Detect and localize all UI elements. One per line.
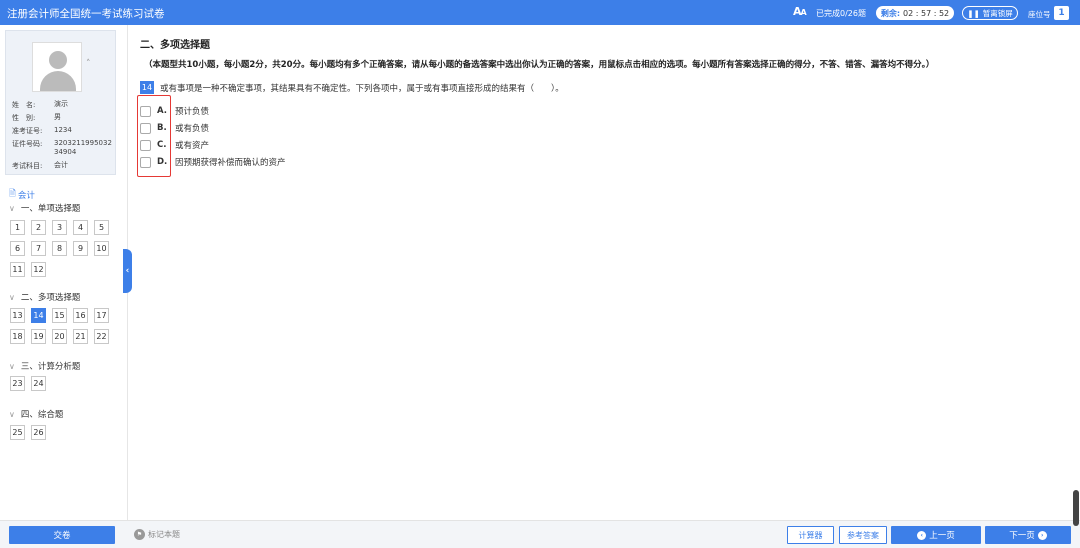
reference-answer-button[interactable]: 参考答案 (839, 526, 887, 544)
question-nav-button[interactable]: 22 (94, 329, 109, 344)
question-nav-button[interactable]: 24 (31, 376, 46, 391)
section-comprehensive[interactable]: ∨ 四、综合题 (9, 408, 63, 421)
chevron-down-icon: ∨ (9, 361, 15, 371)
question-nav-button[interactable]: 4 (73, 220, 88, 235)
question-nav-button[interactable]: 17 (94, 308, 109, 323)
flag-icon: ⚑ (134, 529, 145, 540)
chevron-left-icon: ‹ (917, 530, 927, 540)
pause-lock-button[interactable]: ❚❚ 暂离锁屏 (962, 6, 1018, 20)
candidate-profile: ˄ 姓 名: 演示 性 别: 男 准考证号: 1234 证件号码: 3203211995… (5, 30, 116, 175)
timer-label: 剩余: (880, 8, 901, 18)
section-heading: 二、多项选择题 (140, 40, 210, 51)
seat-number: 1 (1054, 6, 1069, 20)
question-nav-button[interactable]: 8 (52, 241, 67, 256)
id-row: 证件号码: 320321199503234904 (12, 139, 112, 156)
option-c[interactable]: C. 或有资产 (140, 139, 209, 151)
name-row: 姓 名: 演示 (12, 100, 68, 109)
font-size-icon[interactable]: AA (793, 5, 807, 18)
chevron-up-icon[interactable]: ˄ (86, 59, 91, 69)
section-single-choice[interactable]: ∨ 一、单项选择题 (9, 202, 80, 215)
gender-row: 性 别: 男 (12, 113, 61, 122)
option-b-checkbox[interactable] (140, 122, 151, 134)
pause-icon: ❚❚ (967, 8, 980, 18)
subject-link[interactable]: 🗎 会计 (9, 188, 35, 202)
option-d-checkbox[interactable] (140, 156, 151, 168)
section-multiple-choice[interactable]: ∨ 二、多项选择题 (9, 291, 80, 304)
bottom-bar: 交卷 ⚑ 标记本题 计算器 参考答案 ‹ 上一页 下一页 › (0, 520, 1080, 548)
question-text: 或有事项是一种不确定事项，其结果具有不确定性。下列各项中，属于或有事项直接形成的… (160, 83, 564, 94)
question-panel: 二、多项选择题 （本题型共10小题，每小题2分，共20分。每小题均有多个正确答案… (129, 25, 1080, 520)
option-c-checkbox[interactable] (140, 139, 151, 151)
question-nav-button[interactable]: 10 (94, 241, 109, 256)
question-nav-button[interactable]: 23 (10, 376, 25, 391)
chevron-down-icon: ∨ (9, 292, 15, 302)
subject-row: 考试科目: 会计 (12, 161, 68, 170)
question-nav-button[interactable]: 18 (10, 329, 25, 344)
previous-page-button[interactable]: ‹ 上一页 (891, 526, 981, 544)
question-nav-button[interactable]: 16 (73, 308, 88, 323)
calculator-button[interactable]: 计算器 (787, 526, 834, 544)
countdown-timer: 剩余: 02 : 57 : 52 (876, 6, 954, 20)
question-nav-button[interactable]: 9 (73, 241, 88, 256)
document-icon: 🗎 (9, 189, 16, 199)
question-nav-button[interactable]: 25 (10, 425, 25, 440)
question-nav-button[interactable]: 3 (52, 220, 67, 235)
scrollbar-thumb[interactable] (1073, 490, 1079, 526)
next-page-button[interactable]: 下一页 › (985, 526, 1071, 544)
mark-question-button[interactable]: ⚑ 标记本题 (134, 529, 180, 540)
question-nav-button[interactable]: 15 (52, 308, 67, 323)
option-a[interactable]: A. 预计负债 (140, 105, 209, 117)
question-nav-button[interactable]: 26 (31, 425, 46, 440)
chevron-right-icon: › (1037, 530, 1047, 540)
option-b[interactable]: B. 或有负债 (140, 122, 209, 134)
chevron-down-icon: ∨ (9, 203, 15, 213)
section-instructions: （本题型共10小题，每小题2分，共20分。每小题均有多个正确答案，请从每小题的备… (144, 60, 935, 70)
question-nav-button[interactable]: 6 (10, 241, 25, 256)
top-bar: 注册会计师全国统一考试练习试卷 AA 已完成0/26题 剩余: 02 : 57 … (0, 0, 1080, 25)
question-nav-button[interactable]: 11 (10, 262, 25, 277)
question-nav-button[interactable]: 21 (73, 329, 88, 344)
exam-title: 注册会计师全国统一考试练习试卷 (7, 8, 165, 20)
question-nav-button[interactable]: 7 (31, 241, 46, 256)
chevron-down-icon: ∨ (9, 409, 15, 419)
avatar (32, 42, 82, 92)
submit-exam-button[interactable]: 交卷 (9, 526, 115, 544)
question-nav-button[interactable]: 2 (31, 220, 46, 235)
pause-label: 暂离锁屏 (982, 8, 1013, 18)
progress-text: 已完成0/26题 (816, 9, 866, 18)
question-nav-button[interactable]: 19 (31, 329, 46, 344)
question-nav-button[interactable]: 14 (31, 308, 46, 323)
question-nav-button[interactable]: 13 (10, 308, 25, 323)
question-nav-button[interactable]: 5 (94, 220, 109, 235)
timer-value: 02 : 57 : 52 (903, 8, 950, 18)
question-nav-button[interactable]: 12 (31, 262, 46, 277)
option-d[interactable]: D. 因预期获得补偿而确认的资产 (140, 156, 286, 168)
option-a-checkbox[interactable] (140, 105, 151, 117)
question-number-badge: 14 (140, 81, 154, 94)
sidebar: ˄ 姓 名: 演示 性 别: 男 准考证号: 1234 证件号码: 3203211995… (0, 25, 128, 540)
ticket-row: 准考证号: 1234 (12, 126, 72, 135)
seat-label: 座位号 (1028, 10, 1051, 19)
section-calculation[interactable]: ∨ 三、计算分析题 (9, 360, 80, 373)
question-stem: 14 或有事项是一种不确定事项，其结果具有不确定性。下列各项中，属于或有事项直接… (140, 81, 564, 94)
question-nav-button[interactable]: 1 (10, 220, 25, 235)
question-nav-button[interactable]: 20 (52, 329, 67, 344)
